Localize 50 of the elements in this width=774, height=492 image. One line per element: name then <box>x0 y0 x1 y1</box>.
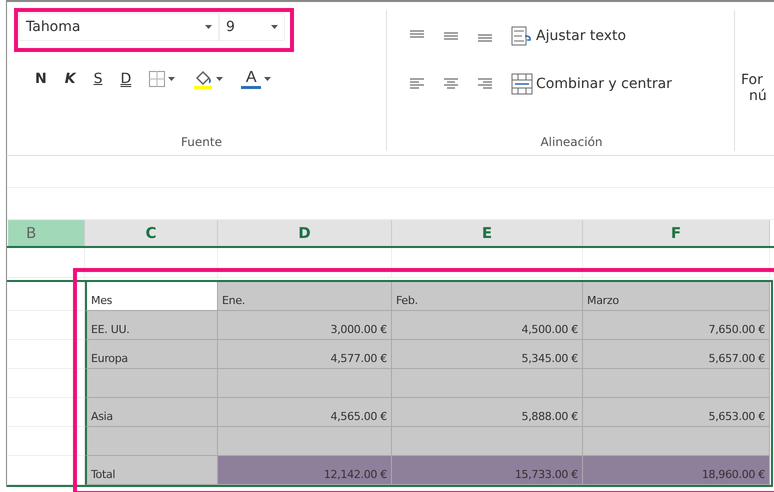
table-cell: 5,345.00 € <box>392 340 583 369</box>
format-button[interactable]: N <box>33 69 49 89</box>
merge-cells-icon <box>511 73 533 95</box>
caret-icon <box>264 77 272 81</box>
column-header[interactable]: F <box>583 220 770 246</box>
borders-button[interactable] <box>147 69 178 89</box>
align-right-icon[interactable] <box>477 78 493 90</box>
wrap-text-button[interactable]: Ajustar texto <box>511 26 626 46</box>
table-cell: Asia <box>85 398 218 427</box>
caret-icon <box>168 77 176 81</box>
group-label: Fuente <box>180 135 223 151</box>
table-cell: Mes <box>85 282 218 311</box>
group-label: Alineación <box>539 135 604 151</box>
caret-icon <box>205 25 212 29</box>
table-cell: Ene. <box>218 282 392 311</box>
group-button-label[interactable]: nú <box>741 88 767 104</box>
caret-icon <box>216 77 224 81</box>
column-header[interactable]: B <box>8 220 85 246</box>
table-cell: 12,142.00 € <box>218 456 392 485</box>
font-size-dropdown[interactable]: 9 <box>219 13 285 41</box>
table-cell: 4,577.00 € <box>218 340 392 369</box>
column-header[interactable]: C <box>85 220 218 246</box>
table-cell: Marzo <box>583 282 770 311</box>
merge-center-button[interactable]: Combinar y centrar <box>511 73 672 95</box>
format-button[interactable]: D <box>118 69 134 89</box>
column-header[interactable]: E <box>392 220 583 246</box>
font-color-button[interactable]: A <box>239 68 274 90</box>
table-cell: 4,565.00 € <box>218 398 392 427</box>
table-cell: Total <box>85 456 218 485</box>
table-cell: EE. UU. <box>85 311 218 340</box>
table-cell: 5,657.00 € <box>583 340 770 369</box>
font-name-dropdown[interactable]: Tahoma <box>19 13 219 41</box>
align-middle-icon[interactable] <box>443 30 459 42</box>
table-cell: 15,733.00 € <box>392 456 583 485</box>
caret-icon <box>271 25 278 29</box>
table-cell: 3,000.00 € <box>218 311 392 340</box>
format-button[interactable]: K <box>62 69 78 89</box>
table-cell: 18,960.00 € <box>583 456 770 485</box>
table-cell: 4,500.00 € <box>392 311 583 340</box>
align-left-icon[interactable] <box>409 78 425 90</box>
group-button-label[interactable]: For <box>741 72 763 88</box>
column-header[interactable]: D <box>218 220 392 246</box>
table-cell: Feb. <box>392 282 583 311</box>
table-cell: 7,650.00 € <box>583 311 770 340</box>
format-button[interactable]: S <box>92 69 104 89</box>
wrap-text-icon <box>511 26 533 46</box>
table-cell: 5,653.00 € <box>583 398 770 427</box>
table-cell: 5,888.00 € <box>392 398 583 427</box>
align-center-icon[interactable] <box>443 78 459 90</box>
table-cell: Europa <box>85 340 218 369</box>
